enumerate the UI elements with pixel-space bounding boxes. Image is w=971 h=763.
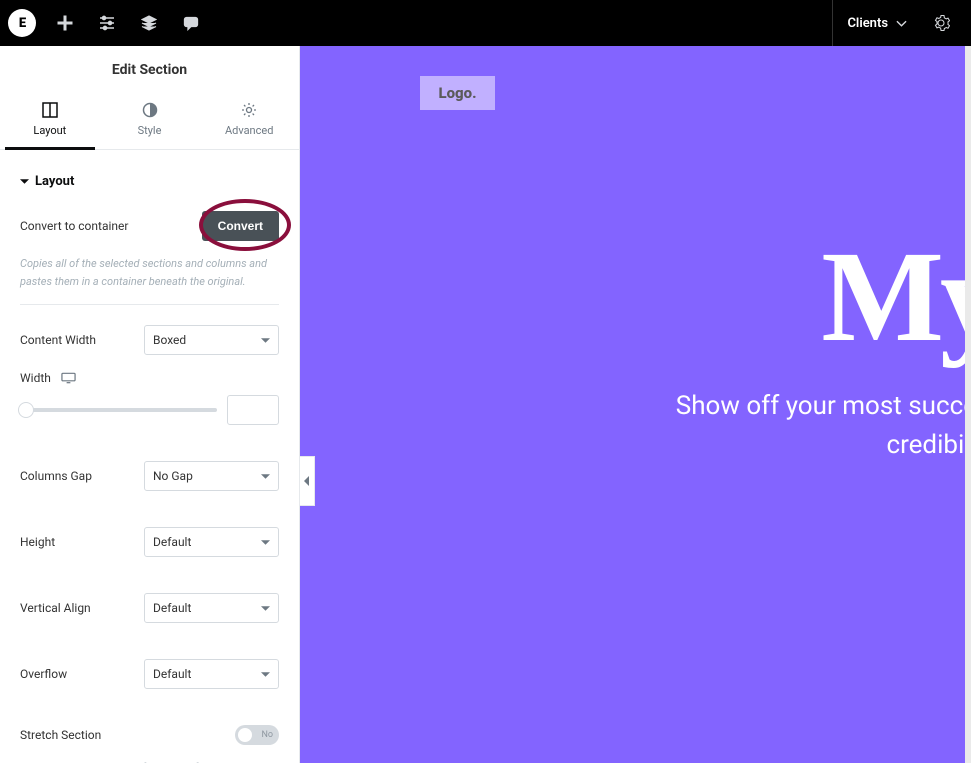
topbar-right: Clients <box>832 0 971 46</box>
chevron-down-icon <box>261 604 270 613</box>
main: Edit Section Layout Style Advanced Layou… <box>0 46 971 763</box>
valign-row: Vertical Align Default <box>20 583 279 633</box>
desktop-icon[interactable] <box>61 372 76 384</box>
hero-title: My <box>821 226 971 369</box>
height-value: Default <box>153 535 191 549</box>
page-scrollbar[interactable] <box>965 46 971 763</box>
chevron-down-icon <box>261 472 270 481</box>
overflow-label: Overflow <box>20 667 67 681</box>
hero-sub-line2: credibili <box>886 430 971 460</box>
columns-gap-value: No Gap <box>153 469 193 483</box>
stretch-hint: Stretch the section to the full width of… <box>20 755 279 763</box>
layout-icon <box>42 102 58 118</box>
chevron-down-icon <box>261 538 270 547</box>
chevron-down-icon <box>261 336 270 345</box>
panel-collapse-handle[interactable] <box>300 456 315 506</box>
tab-advanced[interactable]: Advanced <box>199 92 299 149</box>
width-slider[interactable] <box>20 408 217 412</box>
tabs: Layout Style Advanced <box>0 92 299 150</box>
convert-label: Convert to container <box>20 219 128 233</box>
convert-row: Convert to container Convert <box>20 201 279 251</box>
clients-dropdown[interactable]: Clients <box>833 0 921 46</box>
valign-label: Vertical Align <box>20 601 91 615</box>
valign-value: Default <box>153 601 191 615</box>
content-width-row: Content Width Boxed <box>20 305 279 365</box>
height-row: Height Default <box>20 501 279 583</box>
stretch-toggle[interactable]: No <box>235 725 279 745</box>
height-select[interactable]: Default <box>144 527 279 557</box>
settings-sliders-icon[interactable] <box>86 0 128 46</box>
overflow-select[interactable]: Default <box>144 659 279 689</box>
overflow-row: Overflow Default <box>20 633 279 715</box>
caret-down-icon <box>20 177 29 186</box>
hero-sub-line1: Show off your most succe <box>676 391 971 421</box>
section-layout-label: Layout <box>35 174 74 189</box>
canvas-header: Logo. <box>300 46 971 146</box>
section-layout-toggle[interactable]: Layout <box>20 162 279 201</box>
gear-icon[interactable] <box>921 0 961 46</box>
width-input[interactable] <box>227 395 279 425</box>
chat-icon[interactable] <box>170 0 212 46</box>
tab-layout[interactable]: Layout <box>0 92 100 149</box>
content-width-label: Content Width <box>20 333 96 347</box>
clients-label: Clients <box>847 16 888 31</box>
chevron-left-icon <box>303 476 311 486</box>
layers-icon[interactable] <box>128 0 170 46</box>
hero-section[interactable]: My Show off your most succe credibili <box>300 186 971 703</box>
panel-title: Edit Section <box>0 46 299 92</box>
columns-gap-select[interactable]: No Gap <box>144 461 279 491</box>
width-row: Width <box>20 365 279 451</box>
style-icon <box>142 102 158 118</box>
width-label: Width <box>20 371 51 385</box>
chevron-down-icon <box>896 18 907 29</box>
tab-style[interactable]: Style <box>100 92 200 149</box>
stretch-row: Stretch Section No <box>20 715 279 755</box>
width-slider-thumb[interactable] <box>18 402 34 418</box>
canvas-logo[interactable]: Logo. <box>420 76 495 110</box>
height-label: Height <box>20 535 55 549</box>
stretch-label: Stretch Section <box>20 728 101 742</box>
columns-gap-row: Columns Gap No Gap <box>20 451 279 501</box>
add-icon[interactable] <box>44 0 86 46</box>
tab-style-label: Style <box>138 124 162 137</box>
convert-hint: Copies all of the selected sections and … <box>20 251 279 305</box>
convert-button[interactable]: Convert <box>202 211 279 241</box>
advanced-icon <box>241 102 257 118</box>
hero-subtitle: Show off your most succe credibili <box>676 369 971 465</box>
valign-select[interactable]: Default <box>144 593 279 623</box>
columns-gap-label: Columns Gap <box>20 469 92 483</box>
content-width-select[interactable]: Boxed <box>144 325 279 355</box>
tab-layout-label: Layout <box>33 124 66 137</box>
stretch-toggle-text: No <box>261 730 273 740</box>
panel-body: Layout Convert to container Convert Copi… <box>0 150 299 763</box>
tab-advanced-label: Advanced <box>225 124 273 137</box>
canvas[interactable]: Logo. My Show off your most succe credib… <box>300 46 971 763</box>
topbar: E Clients <box>0 0 971 46</box>
chevron-down-icon <box>261 670 270 679</box>
topbar-left: E <box>0 0 212 46</box>
elementor-logo[interactable]: E <box>8 9 36 37</box>
content-width-value: Boxed <box>153 333 186 347</box>
overflow-value: Default <box>153 667 191 681</box>
sidebar-panel: Edit Section Layout Style Advanced Layou… <box>0 46 300 763</box>
